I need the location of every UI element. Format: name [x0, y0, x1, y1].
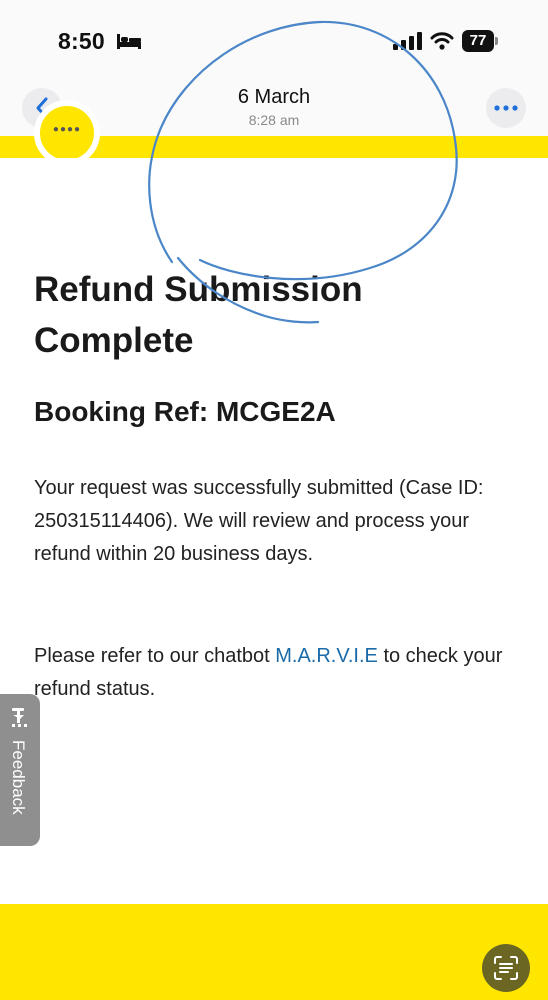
bed-icon — [117, 34, 141, 49]
submission-message: Your request was successfully submitted … — [34, 477, 484, 565]
booking-reference: Booking Ref: MCGE2A — [34, 396, 336, 427]
wifi-icon — [430, 32, 454, 50]
feedback-label: Feedback — [9, 740, 28, 815]
battery-tip — [495, 37, 498, 45]
brand-logo: ●●●● — [34, 100, 100, 166]
refund-status-message: Please refer to our chatbot M.A.R.V.I.E … — [34, 640, 504, 706]
email-viewer-screen: 8:50 77 6 March 8:28 am ●●●● Refund Subm… — [0, 0, 548, 1000]
page-title: Refund Submission Complete — [34, 270, 363, 360]
battery-level: 77 — [462, 30, 494, 52]
ellipsis-icon — [494, 105, 518, 111]
battery-icon: 77 — [462, 30, 498, 52]
email-body: Refund Submission Complete Booking Ref: … — [0, 158, 548, 904]
feedback-tab[interactable]: Feedback — [0, 694, 40, 846]
more-options-button[interactable] — [486, 88, 526, 128]
live-text-scan-button[interactable] — [482, 944, 530, 992]
status-time: 8:50 — [58, 28, 105, 54]
text-scan-icon — [494, 956, 518, 980]
feedback-icon — [12, 708, 27, 727]
brand-banner-bottom — [0, 904, 548, 1000]
cellular-signal-icon — [393, 32, 422, 50]
status-bar: 8:50 77 — [0, 0, 548, 80]
chatbot-link[interactable]: M.A.R.V.I.E — [275, 645, 378, 667]
logo-mark: ●●●● — [52, 124, 82, 135]
refund-status-text-before: Please refer to our chatbot — [34, 645, 276, 667]
